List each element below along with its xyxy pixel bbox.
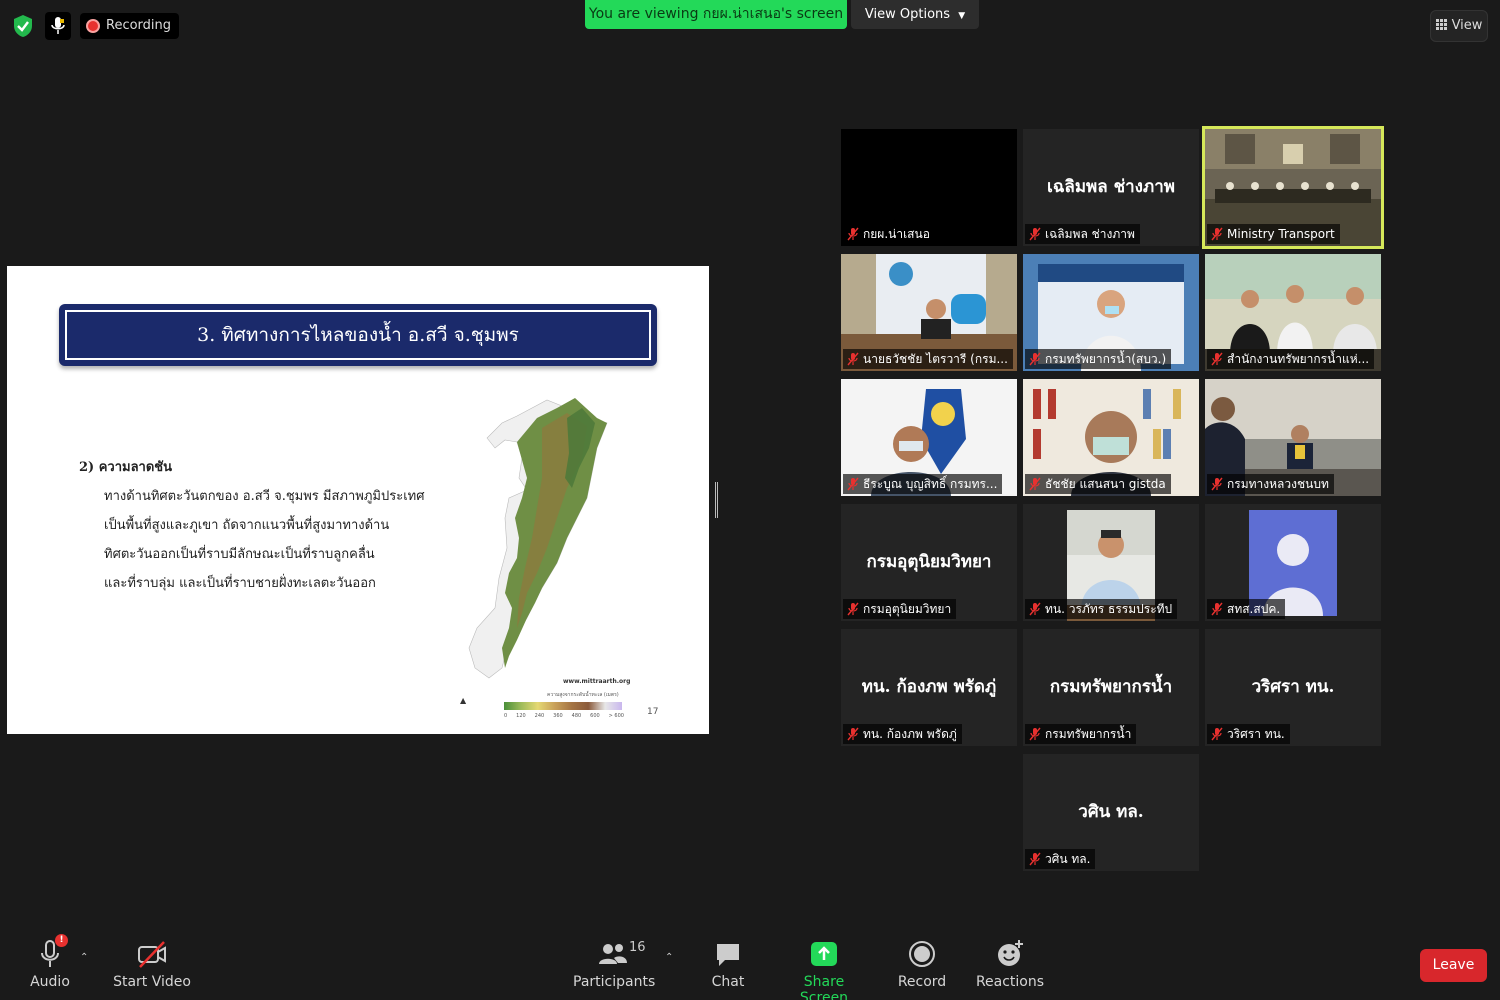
slide-body-line: เป็นพื้นที่สูงและภูเขา ถัดจากแนวพื้นที่ส… [104,518,390,533]
microphone-icon: ! [34,934,68,970]
participant-tile[interactable]: กรมทรัพยากรน้ำ กรมทรัพยากรน้ำ [1023,629,1199,746]
participant-tile[interactable]: สทส.สปค. [1205,504,1381,621]
slide-page-number: 17 [647,707,659,717]
audio-status-icon[interactable] [45,12,71,40]
legend-tick: 480 [571,713,582,719]
participant-name-label: กรมทรัพยากรน้ำ [1025,724,1137,744]
north-arrow-icon: ▲ [460,696,467,705]
shared-screen-slide: 3. ทิศทางการไหลของน้ำ อ.สวี จ.ชุมพร 2) ค… [7,266,709,734]
video-off-icon [136,938,168,970]
participant-name-display: ทน. ก้องภพ พรัดภู่ [861,677,997,697]
split-view-drag-handle[interactable] [715,482,718,518]
participant-name-label: กยผ.น่าเสนอ [843,224,935,244]
participants-count: 16 [629,940,646,955]
participants-icon: 16 [597,938,646,970]
smiley-add-icon [994,938,1026,970]
participant-tile[interactable]: กยผ.น่าเสนอ [841,129,1017,246]
share-screen-button[interactable]: Share Screen [784,938,864,1000]
view-layout-button[interactable]: View [1430,10,1488,42]
participant-tile[interactable]: กรมทางหลวงชนบท [1205,379,1381,496]
participant-tile[interactable]: กรมอุตุนิยมวิทยา กรมอุตุนิยมวิทยา [841,504,1017,621]
legend-tick: > 600 [608,713,624,719]
participants-button[interactable]: 16 Participants [573,938,655,998]
chat-bubble-icon [712,938,744,970]
participant-name-label: ทน. ก้องภพ พรัดภู่ [843,724,962,744]
viewing-screen-banner: You are viewing กยผ.น่าเสนอ's screen [585,0,847,29]
participant-name-label: เฉลิมพล ช่างภาพ [1025,224,1140,244]
participant-name-label: Ministry Transport [1207,224,1340,244]
participant-name-label: วริศรา ทน. [1207,724,1290,744]
participant-name-display: เฉลิมพล ช่างภาพ [1047,177,1175,197]
legend-tick: 120 [516,713,526,719]
view-options-button[interactable]: View Options ▼ [851,0,979,29]
legend-tick: 360 [553,713,563,719]
chat-button[interactable]: Chat [688,938,768,998]
map-credit: www.mittraarth.org [563,678,631,685]
participant-tile[interactable]: Ministry Transport [1202,126,1384,249]
slide-body-line: และที่ราบลุ่ม และเป็นที่ราบชายฝั่งทะเลตะ… [104,576,376,591]
elevation-map-image [468,398,608,679]
recording-indicator[interactable]: Recording [80,13,180,39]
participant-name-label: วศิน ทล. [1025,849,1096,869]
security-shield-icon[interactable] [12,14,34,38]
participant-name-label: สำนักงานทรัพยากรน้ำแห่... [1207,349,1375,369]
slide-subheading: 2) ความลาดชัน [79,460,173,475]
participant-tile[interactable]: ธีระบูณ บุญสิทธิ์ กรมทร... [841,379,1017,496]
recording-dot-icon [86,19,100,33]
microphone-icon [51,17,65,34]
grid-icon [1435,19,1447,30]
slide-title-box: 3. ทิศทางการไหลของน้ำ อ.สวี จ.ชุมพร [59,304,657,366]
participant-tile[interactable]: ธัชชัย แสนสนา gistda [1023,379,1199,496]
participant-tile[interactable]: สำนักงานทรัพยากรน้ำแห่... [1205,254,1381,371]
audio-button[interactable]: ! Audio [10,934,90,998]
legend-tick: 240 [534,713,545,719]
participant-name-label: กรมอุตุนิยมวิทยา [843,599,957,619]
share-screen-icon [808,938,840,970]
record-button[interactable]: Record [882,938,962,998]
participant-name-display: กรมอุตุนิยมวิทยา [866,552,992,572]
audio-options-caret-icon[interactable]: ⌃ [80,952,90,963]
leave-meeting-button[interactable]: Leave [1420,949,1487,982]
participant-tile[interactable]: วริศรา ทน. วริศรา ทน. [1205,629,1381,746]
slide-body-line: ทิศตะวันออกเป็นที่ราบมีลักษณะเป็นที่ราบล… [104,547,375,562]
participant-name-label: ทน. วรภัทร ธรรมประทีป [1025,599,1178,619]
chevron-down-icon: ▼ [958,11,966,21]
participant-tile[interactable]: เฉลิมพล ช่างภาพ เฉลิมพล ช่างภาพ [1023,129,1199,246]
participant-name-display: วศิน ทล. [1078,802,1144,822]
participant-name-label: นายธวัชชัย ไตรวารี (กรม... [843,349,1013,369]
participant-name-label: ธีระบูณ บุญสิทธิ์ กรมทร... [843,474,1003,494]
legend-tick: 600 [590,713,600,719]
participant-tile[interactable]: ทน. ก้องภพ พรัดภู่ ทน. ก้องภพ พรัดภู่ [841,629,1017,746]
slide-body-line: ทางด้านทิศตะวันตกของ อ.สวี จ.ชุมพร มีสภา… [104,489,425,504]
legend-ticks: 0 120 240 360 480 600 > 600 [504,713,624,719]
participant-name-label: กรมทางหลวงชนบท [1207,474,1334,494]
participant-tile[interactable]: นายธวัชชัย ไตรวารี (กรม... [841,254,1017,371]
slide-body-text: ทางด้านทิศตะวันตกของ อ.สวี จ.ชุมพร มีสภา… [104,482,434,598]
legend-title: ความสูงจากระดับน้ำทะเล (เมตร) [547,692,619,698]
elevation-legend-bar [504,702,622,710]
participants-options-caret-icon[interactable]: ⌃ [665,952,675,963]
meeting-toolbar: ! Audio ⌃ Start Video 16 Participants ⌃ [0,930,1500,1000]
participant-name-label: สทส.สปค. [1207,599,1286,619]
record-icon [906,938,938,970]
start-video-button[interactable]: Start Video [112,938,192,998]
participant-name-display: กรมทรัพยากรน้ำ [1049,677,1173,697]
participant-tile[interactable]: ทน. วรภัทร ธรรมประทีป [1023,504,1199,621]
reactions-button[interactable]: Reactions [970,938,1050,998]
legend-tick: 0 [504,713,508,719]
participant-tile[interactable]: กรมทรัพยากรน้ำ(สบว.) [1023,254,1199,371]
participant-tile[interactable]: วศิน ทล. วศิน ทล. [1023,754,1199,871]
participant-name-display: วริศรา ทน. [1251,677,1335,697]
participant-name-label: กรมทรัพยากรน้ำ(สบว.) [1025,349,1172,369]
audio-warning-badge: ! [55,934,68,947]
participant-name-label: ธัชชัย แสนสนา gistda [1025,474,1171,494]
slide-title: 3. ทิศทางการไหลของน้ำ อ.สวี จ.ชุมพร [65,310,651,360]
